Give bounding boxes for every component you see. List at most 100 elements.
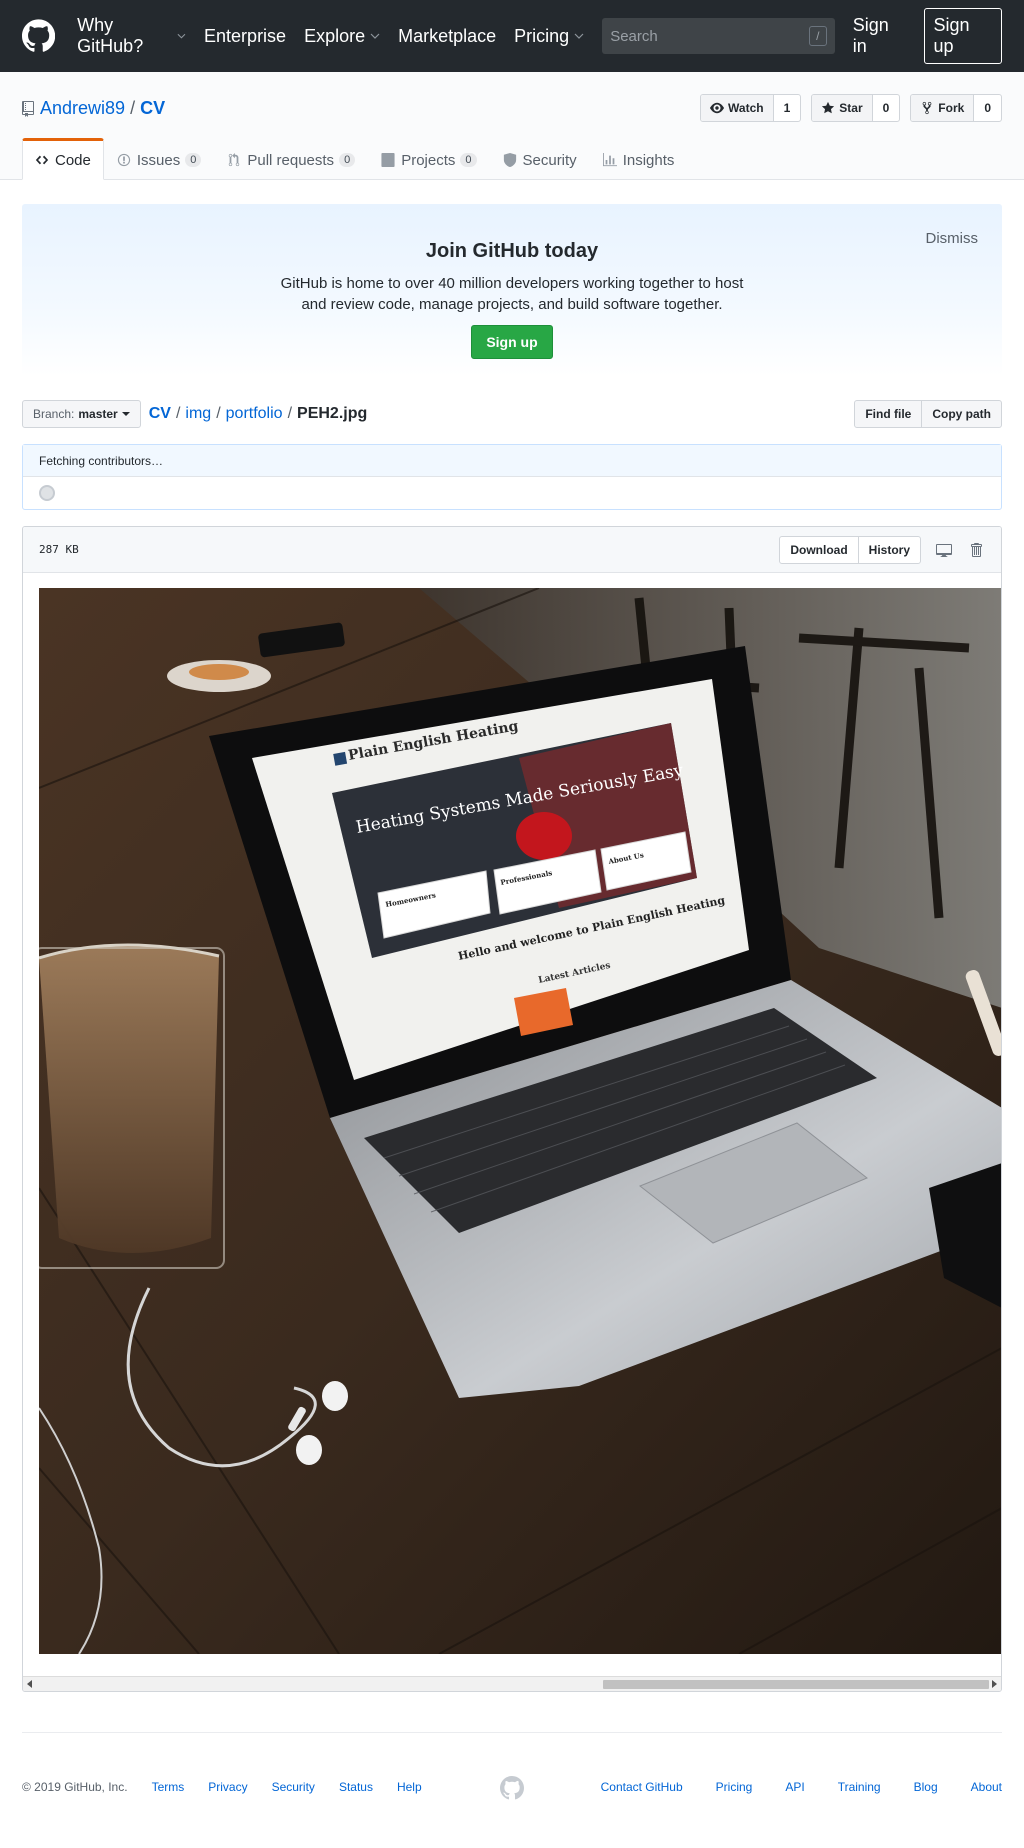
breadcrumb-separator: / bbox=[175, 405, 181, 422]
nav-label: Marketplace bbox=[398, 25, 497, 46]
footer-link-privacy[interactable]: Privacy bbox=[208, 1780, 247, 1794]
dismiss-button[interactable]: Dismiss bbox=[926, 230, 979, 247]
pulls-counter: 0 bbox=[339, 153, 356, 167]
desktop-icon[interactable] bbox=[935, 542, 953, 558]
footer-link-pricing[interactable]: Pricing bbox=[716, 1780, 753, 1794]
nav-label: Pricing bbox=[514, 25, 570, 46]
star-count[interactable]: 0 bbox=[873, 95, 900, 121]
footer-link-security[interactable]: Security bbox=[272, 1780, 315, 1794]
search-placeholder: Search bbox=[610, 27, 658, 45]
image-preview: Plain English Heating Heating Systems Ma… bbox=[39, 588, 1001, 1654]
laptop-photo: Plain English Heating Heating Systems Ma… bbox=[39, 588, 1001, 1654]
github-logo-icon[interactable] bbox=[22, 19, 56, 53]
repo-name-link[interactable]: CV bbox=[140, 98, 165, 119]
issue-opened-icon bbox=[117, 153, 130, 167]
nav-pricing[interactable]: Pricing bbox=[514, 26, 584, 47]
trash-icon[interactable] bbox=[967, 542, 985, 558]
chevron-down-icon bbox=[574, 33, 584, 39]
file-size: 287 KB bbox=[39, 543, 79, 556]
issues-counter: 0 bbox=[185, 153, 202, 167]
nav-label: Why GitHub? bbox=[77, 15, 144, 56]
footer-link-contact[interactable]: Contact GitHub bbox=[601, 1780, 683, 1794]
fork-button-group: Fork 0 bbox=[910, 94, 1002, 122]
breadcrumb-separator: / bbox=[287, 405, 293, 422]
scroll-left-arrow-icon[interactable] bbox=[27, 1680, 32, 1688]
branch-name: master bbox=[78, 407, 118, 421]
sign-up-button[interactable]: Sign up bbox=[924, 8, 1003, 64]
signup-prompt: Dismiss Join GitHub today GitHub is home… bbox=[22, 204, 1002, 376]
tab-code[interactable]: Code bbox=[22, 138, 104, 180]
star-label: Star bbox=[839, 101, 863, 115]
nav-why-github[interactable]: Why GitHub? bbox=[77, 15, 186, 57]
site-footer: © 2019 GitHub, Inc. Terms Privacy Securi… bbox=[22, 1732, 1002, 1832]
footer-link-about[interactable]: About bbox=[971, 1780, 1002, 1794]
footer-link-blog[interactable]: Blog bbox=[914, 1780, 938, 1794]
nav-enterprise[interactable]: Enterprise bbox=[204, 26, 286, 47]
file-action-buttons: Find file Copy path bbox=[854, 400, 1002, 428]
scroll-right-arrow-icon[interactable] bbox=[992, 1680, 997, 1688]
sign-in-link[interactable]: Sign in bbox=[853, 15, 907, 57]
prompt-body: GitHub is home to over 40 million develo… bbox=[280, 275, 744, 313]
horizontal-scrollbar[interactable] bbox=[23, 1676, 1001, 1691]
download-button[interactable]: Download bbox=[780, 537, 857, 563]
tab-label: Projects bbox=[401, 151, 456, 169]
footer-link-api[interactable]: API bbox=[785, 1780, 804, 1794]
tab-label: Security bbox=[522, 151, 577, 169]
footer-link-status[interactable]: Status bbox=[339, 1780, 373, 1794]
social-buttons: Watch 1 Star 0 Fork 0 bbox=[690, 94, 1002, 122]
star-button-group: Star 0 bbox=[811, 94, 901, 122]
footer-right-links: Contact GitHub Pricing API Training Blog… bbox=[568, 1780, 1002, 1794]
tab-insights[interactable]: Insights bbox=[590, 138, 688, 180]
fork-count[interactable]: 0 bbox=[974, 95, 1001, 121]
commit-tease: Fetching contributors… bbox=[22, 444, 1002, 510]
prompt-sign-up-button[interactable]: Sign up bbox=[471, 325, 553, 359]
git-pull-request-icon bbox=[229, 153, 240, 167]
file-viewer: 287 KB Download History Plain English He… bbox=[22, 526, 1002, 1692]
watch-label: Watch bbox=[728, 101, 764, 115]
breadcrumb-img[interactable]: img bbox=[185, 405, 211, 423]
history-button[interactable]: History bbox=[857, 536, 920, 563]
tab-pull-requests[interactable]: Pull requests 0 bbox=[214, 138, 368, 180]
keyboard-shortcut-badge: / bbox=[808, 26, 827, 46]
prompt-title: Join GitHub today bbox=[425, 240, 599, 262]
tab-issues[interactable]: Issues 0 bbox=[104, 138, 214, 180]
breadcrumb-file: PEH2.jpg bbox=[297, 405, 368, 422]
star-button[interactable]: Star bbox=[812, 95, 873, 121]
watch-count[interactable]: 1 bbox=[774, 95, 801, 121]
copy-path-button[interactable]: Copy path bbox=[921, 401, 1001, 427]
dropdown-caret-icon bbox=[121, 412, 130, 416]
footer-link-terms[interactable]: Terms bbox=[152, 1780, 185, 1794]
github-mark-icon[interactable] bbox=[500, 1776, 524, 1800]
branch-select[interactable]: Branch: master bbox=[22, 400, 141, 428]
avatar[interactable] bbox=[39, 485, 55, 501]
footer-link-help[interactable]: Help bbox=[397, 1780, 422, 1794]
code-icon bbox=[35, 155, 49, 165]
breadcrumb-separator: / bbox=[216, 405, 221, 422]
repo-tabs: Code Issues 0 Pull requests 0 Projects 0 Se… bbox=[22, 138, 687, 180]
tab-label: Insights bbox=[622, 151, 675, 169]
fork-button[interactable]: Fork bbox=[911, 95, 975, 121]
search-input[interactable]: Search / bbox=[602, 18, 835, 54]
main-nav: Why GitHub? Enterprise Explore Marketpla… bbox=[77, 15, 602, 57]
watch-button[interactable]: Watch bbox=[701, 95, 774, 121]
repo-header: Andrewi89 / CV Watch 1 Star 0 Fork 0 Cod… bbox=[0, 72, 1024, 180]
nav-marketplace[interactable]: Marketplace bbox=[398, 26, 496, 47]
nav-label: Explore bbox=[304, 25, 366, 46]
chevron-down-icon bbox=[370, 33, 380, 39]
nav-explore[interactable]: Explore bbox=[304, 26, 380, 47]
site-header: Why GitHub? Enterprise Explore Marketpla… bbox=[0, 0, 1024, 72]
breadcrumb-repo[interactable]: CV bbox=[149, 405, 171, 423]
tab-security[interactable]: Security bbox=[490, 138, 590, 180]
projects-counter: 0 bbox=[460, 153, 477, 167]
footer-link-training[interactable]: Training bbox=[838, 1780, 881, 1794]
star-icon bbox=[822, 101, 835, 114]
tab-projects[interactable]: Projects 0 bbox=[368, 138, 489, 180]
tab-label: Code bbox=[55, 151, 91, 169]
scrollbar-thumb[interactable] bbox=[603, 1680, 989, 1689]
fork-label: Fork bbox=[938, 101, 965, 115]
watch-button-group: Watch 1 bbox=[700, 94, 802, 122]
find-file-button[interactable]: Find file bbox=[855, 401, 921, 427]
repo-owner-link[interactable]: Andrewi89 bbox=[40, 98, 125, 119]
breadcrumb-portfolio[interactable]: portfolio bbox=[226, 405, 283, 423]
shield-icon bbox=[503, 153, 516, 167]
